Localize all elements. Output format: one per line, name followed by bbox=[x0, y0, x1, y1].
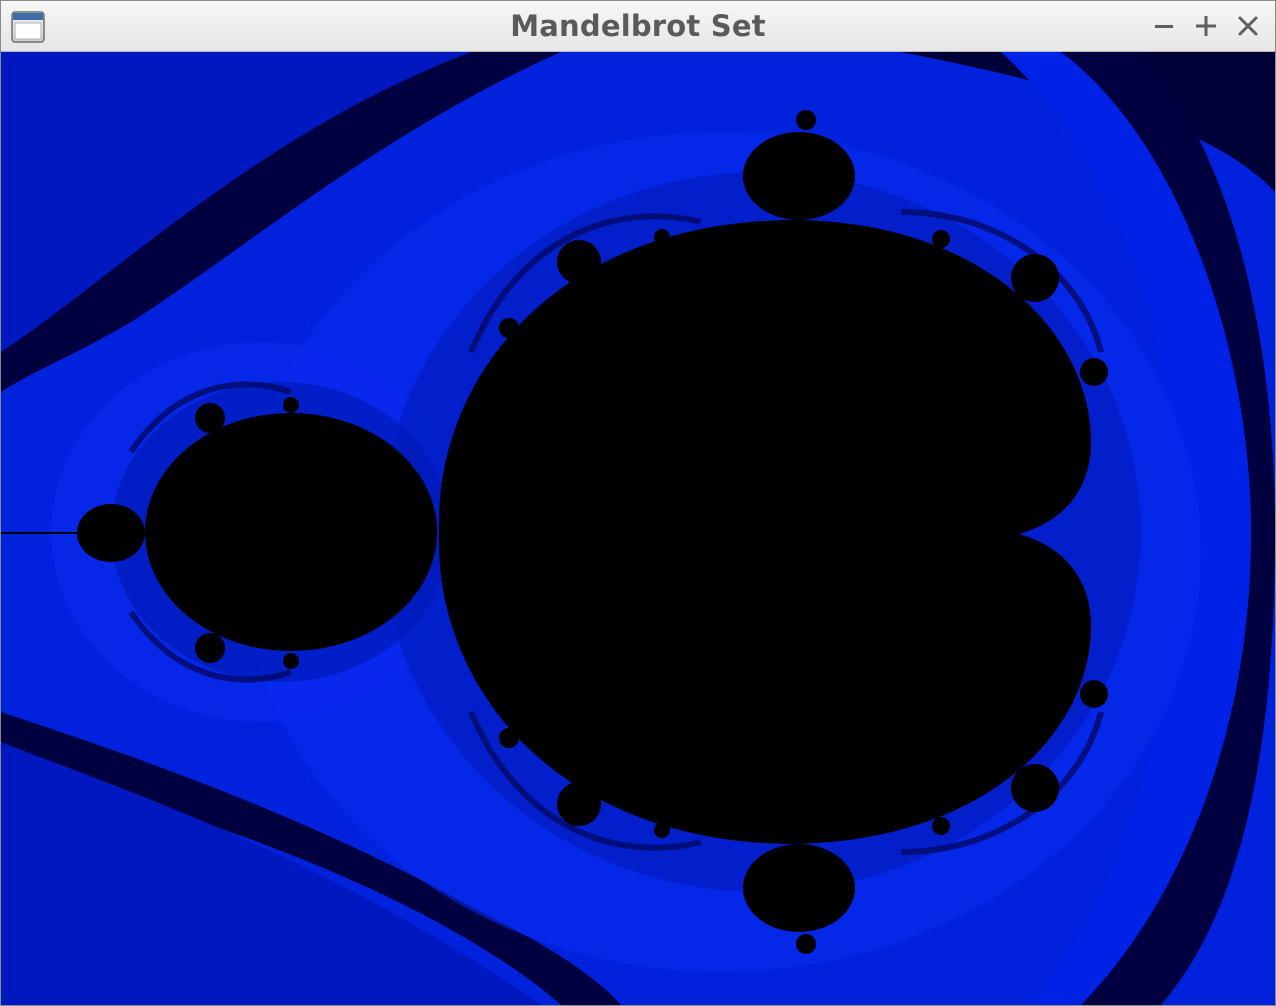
maximize-button[interactable] bbox=[1185, 7, 1227, 45]
bottom-bulb bbox=[743, 844, 855, 932]
mini-bulb bbox=[1080, 680, 1108, 708]
mini-bulb bbox=[1011, 764, 1059, 812]
top-bulb bbox=[743, 132, 855, 220]
mini-bulb bbox=[283, 397, 299, 413]
mini-bulb bbox=[499, 728, 519, 748]
main-cardioid bbox=[439, 220, 1091, 844]
mini-bulb bbox=[1011, 254, 1059, 302]
fractal-canvas[interactable] bbox=[1, 52, 1275, 1005]
close-icon bbox=[1238, 16, 1258, 36]
window-title: Mandelbrot Set bbox=[510, 9, 766, 43]
mini-bulb bbox=[499, 318, 519, 338]
mini-bulb bbox=[796, 934, 816, 954]
mini-bulb bbox=[932, 230, 950, 248]
mandelbrot-window: Mandelbrot Set bbox=[0, 0, 1276, 1006]
mini-bulb bbox=[1080, 358, 1108, 386]
mini-bulb bbox=[557, 240, 601, 284]
mini-bulb bbox=[932, 817, 950, 835]
mini-bulb bbox=[195, 403, 225, 433]
minimize-button[interactable] bbox=[1143, 7, 1185, 45]
mini-bulb bbox=[283, 653, 299, 669]
left-bulb bbox=[145, 413, 437, 651]
close-button[interactable] bbox=[1227, 7, 1269, 45]
maximize-icon bbox=[1196, 16, 1216, 36]
mandelbrot-render bbox=[1, 52, 1275, 1005]
window-controls bbox=[1143, 7, 1269, 45]
minimize-icon bbox=[1155, 25, 1173, 28]
title-bar[interactable]: Mandelbrot Set bbox=[1, 1, 1275, 52]
mini-bulb bbox=[654, 229, 670, 245]
mini-bulb bbox=[654, 822, 670, 838]
mini-bulb bbox=[195, 633, 225, 663]
mini-bulb bbox=[796, 110, 816, 130]
mini-bulb bbox=[557, 782, 601, 826]
far-left-bulb bbox=[77, 504, 145, 562]
